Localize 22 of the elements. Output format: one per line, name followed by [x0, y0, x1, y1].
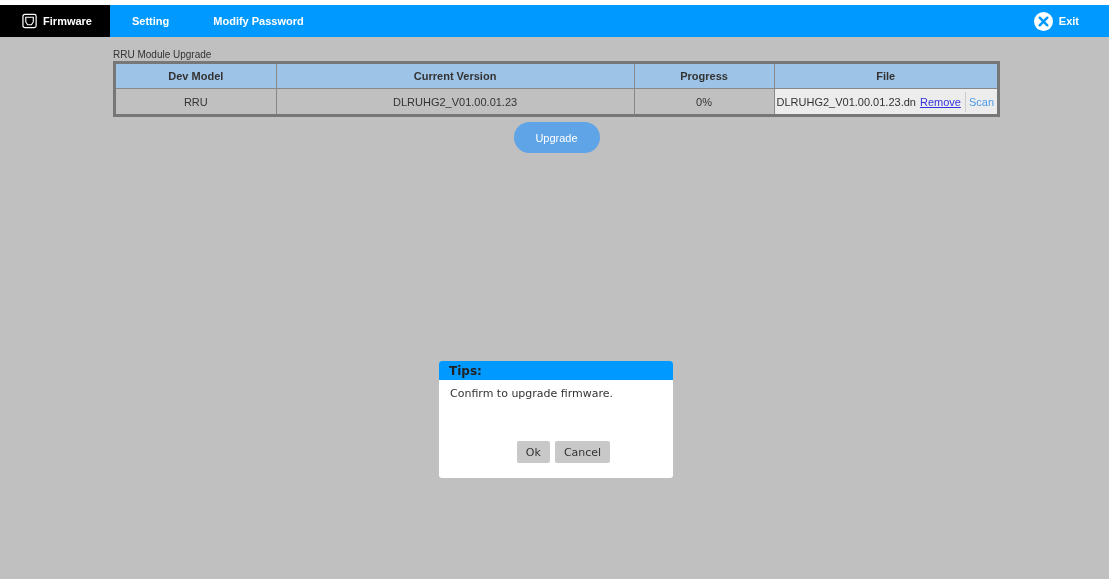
- nav-tab[interactable]: Modify Password: [191, 5, 326, 37]
- column-header: File: [774, 62, 999, 89]
- column-header: Current Version: [276, 62, 635, 89]
- file-name: DLRUHG2_V01.00.01.23.dn: [776, 95, 916, 108]
- dialog-button[interactable]: Cancel: [554, 441, 611, 463]
- chip-icon: [22, 13, 38, 29]
- remove-link[interactable]: Remove: [919, 95, 961, 108]
- scan-button[interactable]: Scan: [964, 91, 997, 112]
- nav-tab[interactable]: Firmware: [0, 5, 110, 37]
- column-header: Progress: [634, 62, 774, 89]
- table-cell: DLRUHG2_V01.00.01.23: [276, 88, 635, 116]
- close-icon: [1033, 11, 1053, 31]
- section-title: RRU Module Upgrade: [113, 49, 213, 60]
- dialog-title: Tips:: [439, 361, 673, 380]
- dialog-message: Confirm to upgrade firmware.: [449, 386, 615, 402]
- upgrade-button[interactable]: Upgrade: [513, 122, 600, 153]
- exit-button[interactable]: Exit: [1033, 11, 1079, 31]
- dialog-button[interactable]: Ok: [516, 441, 550, 463]
- table-cell: RRU: [114, 88, 277, 116]
- table-cell: 0%: [634, 88, 774, 116]
- column-header: Dev Model: [114, 62, 277, 89]
- nav-tab[interactable]: Setting: [110, 5, 192, 37]
